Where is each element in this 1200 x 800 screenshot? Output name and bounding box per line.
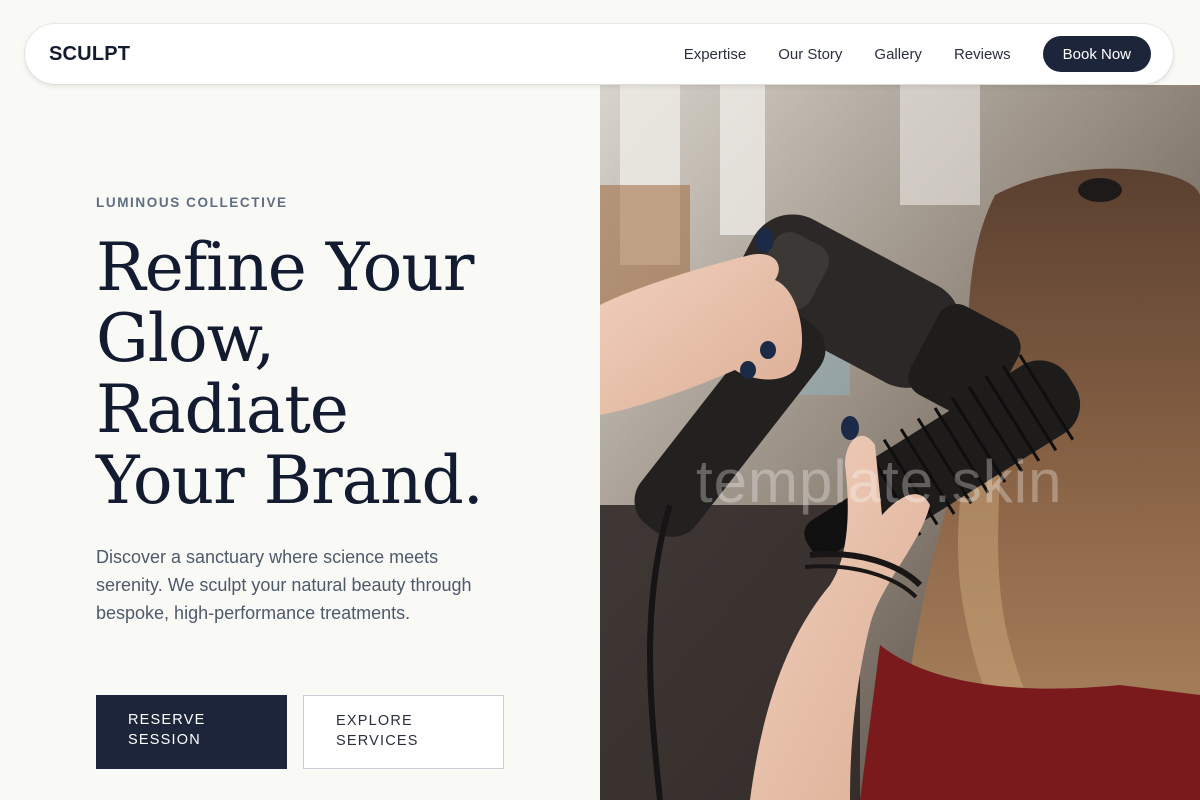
headline-line: Refine Your [96, 229, 474, 306]
nav-link-reviews[interactable]: Reviews [954, 46, 1011, 63]
book-now-button[interactable]: Book Now [1042, 36, 1151, 72]
headline-line: Your Brand. [96, 442, 484, 519]
nav-links: Expertise Our Story Gallery Reviews [684, 46, 1011, 63]
top-navbar: SCULPT Expertise Our Story Gallery Revie… [25, 24, 1173, 84]
nav-link-gallery[interactable]: Gallery [874, 46, 922, 63]
headline-line: Radiate [96, 371, 349, 448]
nav-link-our-story[interactable]: Our Story [778, 46, 842, 63]
nav-link-expertise[interactable]: Expertise [684, 46, 747, 63]
hero-photo [600, 85, 1200, 800]
headline-line: Glow, [96, 300, 275, 377]
reserve-session-button[interactable]: RESERVE SESSION [96, 695, 287, 769]
hero-headline: Refine Your Glow, Radiate Your Brand. [96, 232, 566, 516]
explore-services-button[interactable]: EXPLORE SERVICES [303, 695, 504, 769]
hero-description: Discover a sanctuary where science meets… [96, 547, 472, 623]
hero-eyebrow: LUMINOUS COLLECTIVE [96, 195, 288, 210]
brand-logo[interactable]: SCULPT [49, 43, 130, 66]
